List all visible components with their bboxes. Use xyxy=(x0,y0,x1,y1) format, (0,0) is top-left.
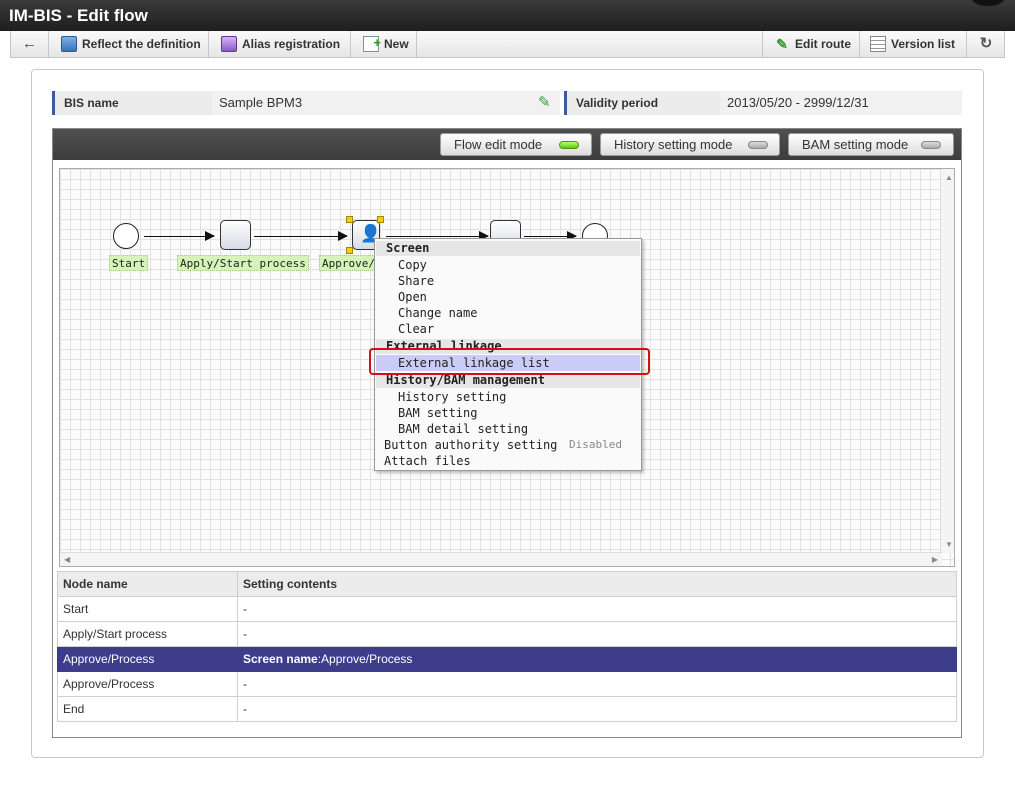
menu-item-attach-files[interactable]: Attach files xyxy=(384,453,471,469)
screen-name-key: Screen name xyxy=(243,652,318,666)
list-icon xyxy=(870,36,886,52)
toolbar: ← Reflect the definition Alias registrat… xyxy=(10,30,1005,58)
node-name-cell: Start xyxy=(57,596,238,622)
scroll-left-icon[interactable]: ◀ xyxy=(64,555,70,564)
reflect-icon xyxy=(61,36,77,52)
selection-handle[interactable] xyxy=(346,216,353,223)
menu-item-bam-detail-setting[interactable]: BAM detail setting xyxy=(398,421,528,437)
edit-route-button[interactable]: ✎ Edit route xyxy=(762,31,859,57)
flow-arrow xyxy=(524,231,577,241)
bis-info-row: BIS name Sample BPM3 ✎ Validity period 2… xyxy=(52,91,962,115)
menu-item-button-authority[interactable]: Button authority setting Disabled xyxy=(384,437,634,453)
edit-name-pencil-icon[interactable]: ✎ xyxy=(538,93,551,111)
new-label: New xyxy=(384,37,409,51)
flow-arrow xyxy=(144,231,215,241)
bam-setting-mode-label: BAM setting mode xyxy=(802,137,909,152)
node-name-cell: Approve/Process xyxy=(57,671,238,697)
flow-edit-mode-button[interactable]: Flow edit mode xyxy=(440,133,592,156)
mode-active-indicator-icon xyxy=(559,141,579,149)
apply-node-label: Apply/Start process xyxy=(177,255,309,271)
refresh-icon: ↻ xyxy=(979,35,993,52)
start-event-node[interactable] xyxy=(113,223,139,249)
flow-arrow xyxy=(386,231,489,241)
menu-section-screen: Screen xyxy=(376,241,640,256)
selection-handle[interactable] xyxy=(377,216,384,223)
column-header-setting-contents: Setting contents xyxy=(237,571,957,597)
bam-setting-mode-button[interactable]: BAM setting mode xyxy=(788,133,954,156)
table-row[interactable]: Start - xyxy=(57,596,957,622)
node-settings-table: Node name Setting contents Start - Apply… xyxy=(57,571,957,722)
vertical-scrollbar[interactable]: ▲ ▼ xyxy=(940,169,954,553)
flow-arrow xyxy=(254,231,348,241)
history-setting-mode-button[interactable]: History setting mode xyxy=(600,133,780,156)
bis-name-label: BIS name xyxy=(52,91,212,115)
new-document-icon xyxy=(363,30,381,56)
horizontal-scrollbar[interactable]: ◀ ▶ xyxy=(60,552,942,566)
scroll-right-icon[interactable]: ▶ xyxy=(932,555,938,564)
menu-item-history-setting[interactable]: History setting xyxy=(398,389,506,405)
pencil-icon: ✎ xyxy=(776,36,788,52)
highlight-box xyxy=(369,348,650,375)
node-name-cell: Approve/Process xyxy=(57,646,238,672)
screen-name-value: :Approve/Process xyxy=(317,652,413,666)
mode-inactive-indicator-icon xyxy=(748,141,768,149)
table-row[interactable]: End - xyxy=(57,696,957,722)
selection-handle[interactable] xyxy=(346,247,353,254)
menu-item-share[interactable]: Share xyxy=(398,273,434,289)
node-name-cell: Apply/Start process xyxy=(57,621,238,647)
flow-edit-mode-label: Flow edit mode xyxy=(454,137,543,152)
arrow-left-icon: ← xyxy=(22,35,37,52)
validity-period-label: Validity period xyxy=(564,91,720,115)
edit-route-label: Edit route xyxy=(795,37,851,51)
menu-item-bam-setting[interactable]: BAM setting xyxy=(398,405,477,421)
reflect-definition-label: Reflect the definition xyxy=(82,37,201,51)
bis-name-value: Sample BPM3 xyxy=(212,91,560,115)
scroll-up-icon[interactable]: ▲ xyxy=(945,173,953,182)
setting-contents-cell: - xyxy=(237,671,957,697)
mode-bar: Flow edit mode History setting mode BAM … xyxy=(53,129,961,160)
table-row[interactable]: Approve/Process - xyxy=(57,671,957,697)
button-authority-label: Button authority setting xyxy=(384,438,558,452)
alias-registration-label: Alias registration xyxy=(242,37,341,51)
alias-icon xyxy=(221,36,237,52)
table-row[interactable]: Apply/Start process - xyxy=(57,621,957,647)
setting-contents-cell: - xyxy=(237,596,957,622)
menu-item-clear[interactable]: Clear xyxy=(398,321,434,337)
window-titlebar: IM-BIS - Edit flow xyxy=(0,0,1015,31)
version-list-label: Version list xyxy=(891,37,956,51)
validity-period-value: 2013/05/20 - 2999/12/31 xyxy=(720,91,962,115)
new-button[interactable]: New xyxy=(351,30,417,57)
menu-item-change-name[interactable]: Change name xyxy=(398,305,477,321)
apply-task-node[interactable] xyxy=(220,220,251,250)
setting-contents-cell: - xyxy=(237,621,957,647)
setting-contents-cell: - xyxy=(237,696,957,722)
history-setting-mode-label: History setting mode xyxy=(614,137,733,152)
refresh-button[interactable]: ↻ xyxy=(966,31,1005,57)
window-corner-decoration xyxy=(971,0,1005,6)
menu-section-history-bam: History/BAM management xyxy=(376,373,640,388)
button-authority-state: Disabled xyxy=(569,438,622,451)
scroll-down-icon[interactable]: ▼ xyxy=(945,540,953,549)
node-name-cell: End xyxy=(57,696,238,722)
table-header-row: Node name Setting contents xyxy=(57,571,957,597)
column-header-node-name: Node name xyxy=(57,571,238,597)
menu-item-open[interactable]: Open xyxy=(398,289,427,305)
reflect-definition-button[interactable]: Reflect the definition xyxy=(49,31,209,57)
table-row-selected[interactable]: Approve/Process Screen name:Approve/Proc… xyxy=(57,646,957,672)
start-node-label: Start xyxy=(109,255,149,271)
alias-registration-button[interactable]: Alias registration xyxy=(209,31,351,57)
back-button[interactable]: ← xyxy=(11,31,49,57)
mode-inactive-indicator-icon xyxy=(921,141,941,149)
menu-item-copy[interactable]: Copy xyxy=(398,257,427,273)
version-list-button[interactable]: Version list xyxy=(859,31,966,57)
window-title: IM-BIS - Edit flow xyxy=(9,6,148,25)
setting-contents-cell: Screen name:Approve/Process xyxy=(237,646,957,672)
